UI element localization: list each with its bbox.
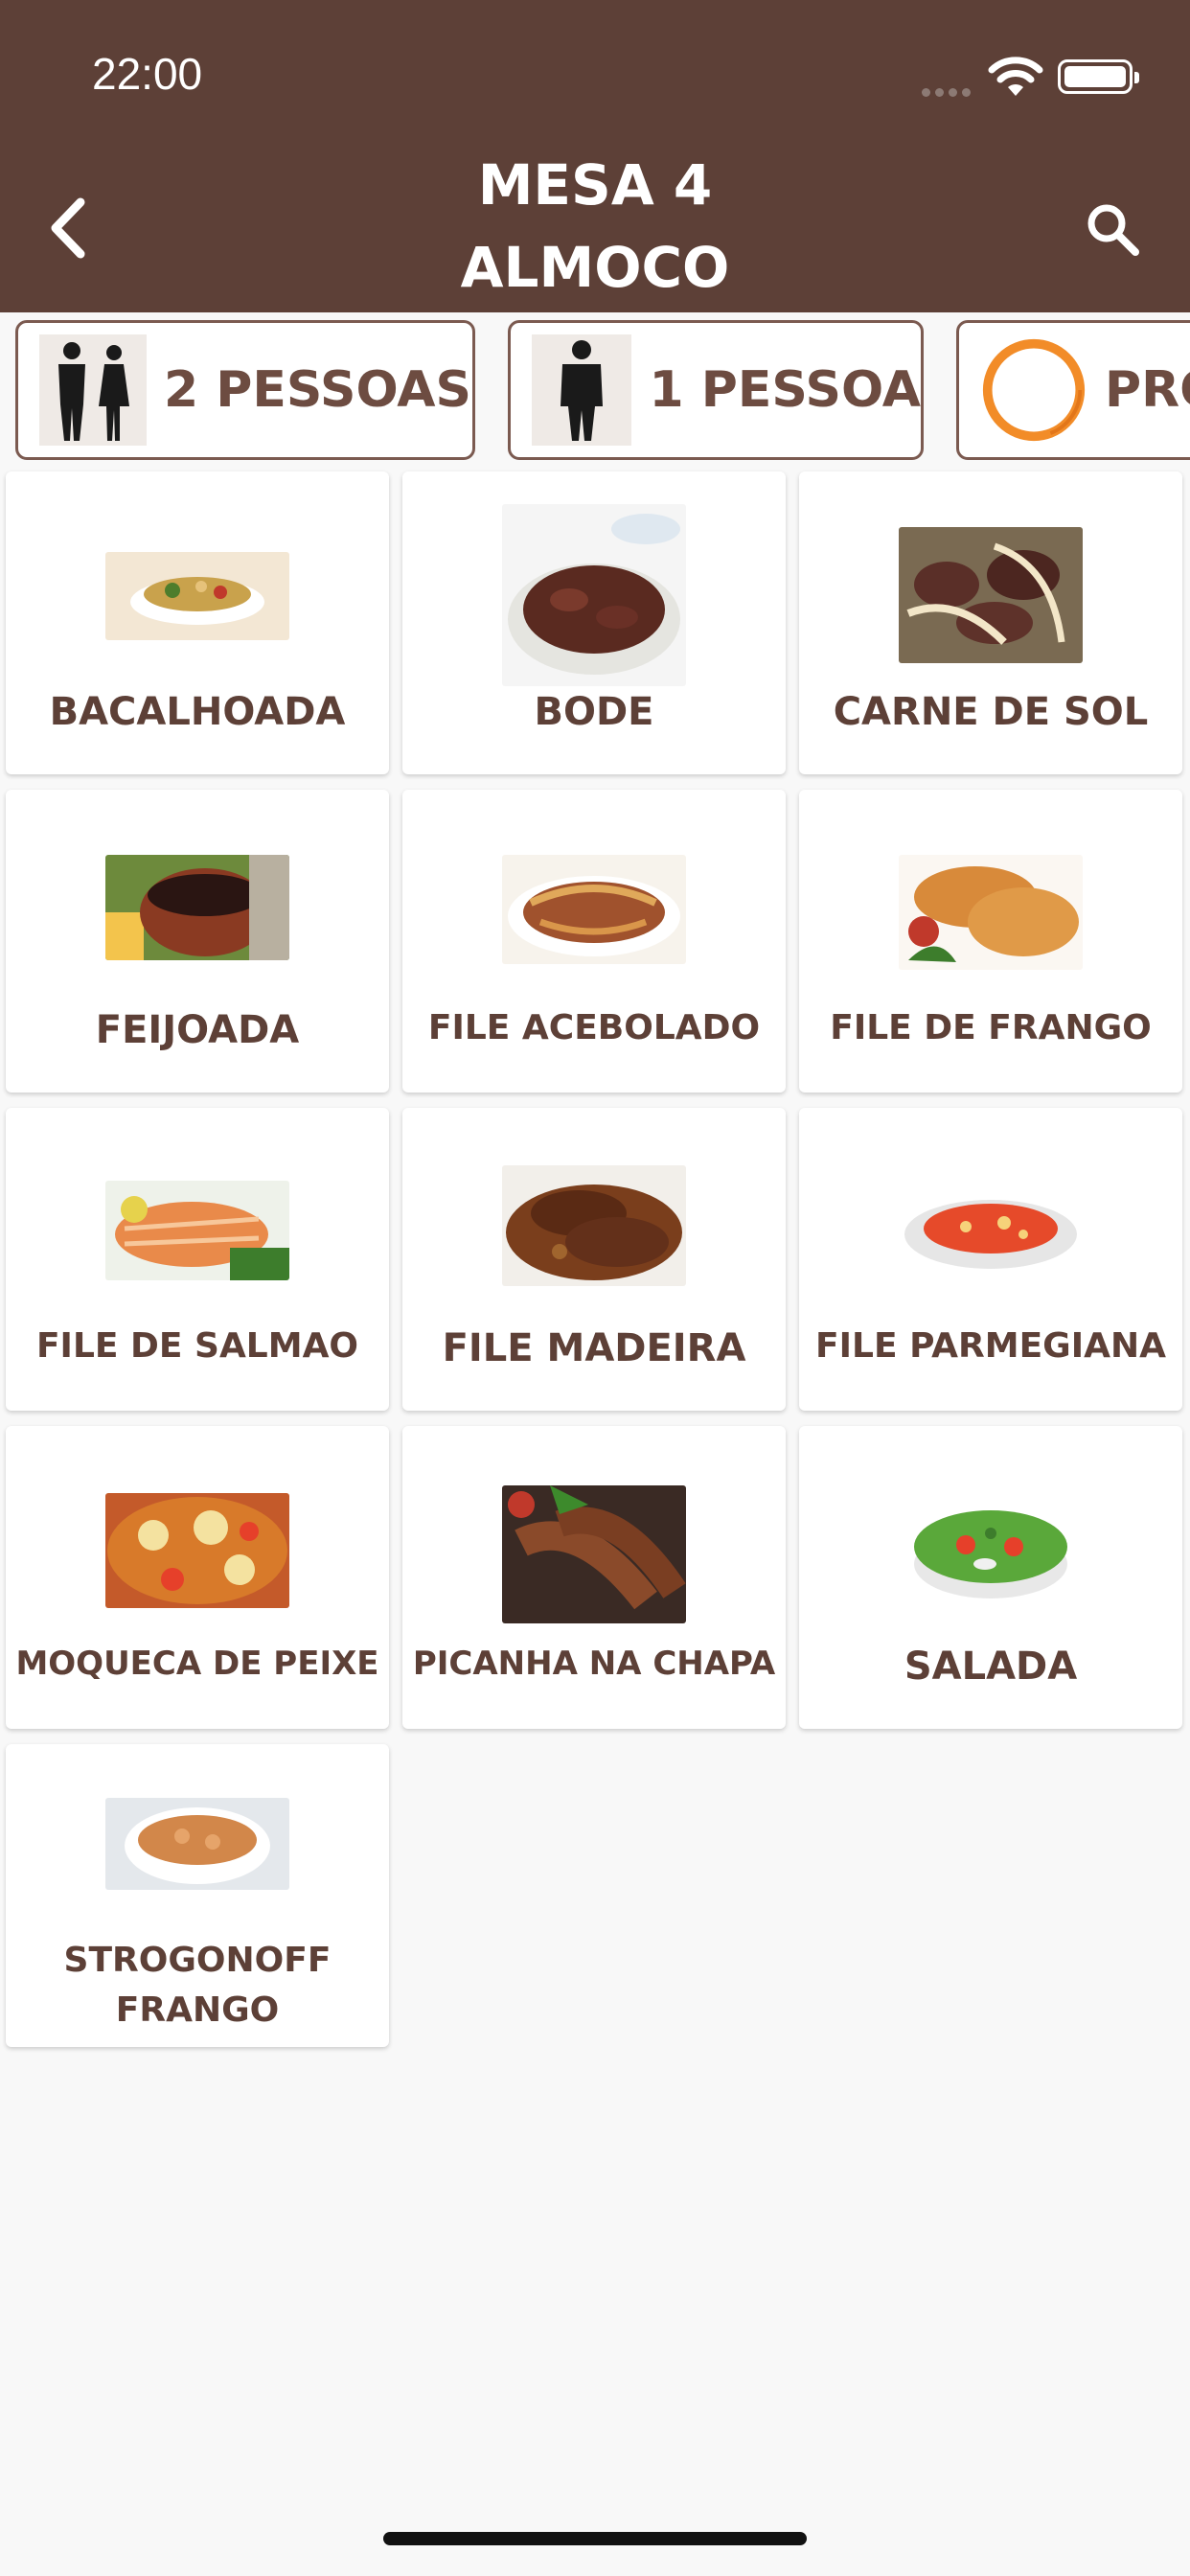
dish-name: FILE ACEBOLADO bbox=[427, 1008, 761, 1047]
dish-card-file-acebolado[interactable]: FILE ACEBOLADO bbox=[402, 790, 786, 1092]
dish-image bbox=[899, 1184, 1083, 1280]
dish-name: FILE MADEIRA bbox=[442, 1326, 746, 1370]
title-meal: ALMOCO bbox=[460, 235, 730, 300]
dish-card-file-madeira[interactable]: FILE MADEIRA bbox=[402, 1108, 786, 1411]
one-person-icon bbox=[532, 334, 632, 446]
two-people-icon bbox=[39, 334, 147, 446]
orange-ring-icon bbox=[980, 334, 1087, 446]
search-icon bbox=[1087, 204, 1139, 256]
dish-card-picanha-na-chapa[interactable]: PICANHA NA CHAPA bbox=[402, 1426, 786, 1729]
dish-name: FILE PARMEGIANA bbox=[815, 1326, 1166, 1366]
status-time: 22:00 bbox=[92, 49, 203, 99]
dish-name: FILE DE FRANGO bbox=[830, 1008, 1152, 1047]
dish-card-carne-de-sol[interactable]: CARNE DE SOL bbox=[799, 472, 1182, 774]
dish-image bbox=[105, 1181, 289, 1280]
chip-one-person[interactable]: 1 PESSOA bbox=[508, 320, 924, 460]
chip-label: PRO bbox=[1105, 361, 1190, 419]
home-indicator[interactable] bbox=[383, 2532, 807, 2545]
dish-card-bode[interactable]: BODE bbox=[402, 472, 786, 774]
dish-image bbox=[105, 855, 289, 960]
dish-name: STROGONOFF FRANGO bbox=[63, 1941, 332, 2030]
title-table: MESA 4 bbox=[477, 152, 713, 218]
dish-card-moqueca-de-peixe[interactable]: MOQUECA DE PEIXE bbox=[6, 1426, 389, 1729]
chip-two-people[interactable]: 2 PESSOAS bbox=[15, 320, 475, 460]
dish-image bbox=[899, 855, 1083, 970]
dish-image bbox=[502, 855, 686, 964]
chevron-left-icon bbox=[51, 197, 85, 259]
back-button[interactable] bbox=[38, 192, 96, 264]
battery-icon bbox=[1058, 59, 1139, 94]
app-header: 22:00 MESA 4 ALMOCO bbox=[0, 0, 1190, 312]
dish-card-strogonoff-frango[interactable]: STROGONOFF FRANGO bbox=[6, 1744, 389, 2047]
page-title: MESA 4 ALMOCO bbox=[287, 144, 903, 309]
dish-image bbox=[502, 504, 686, 686]
dish-name: BODE bbox=[534, 690, 654, 734]
dish-image bbox=[105, 552, 289, 640]
search-button[interactable] bbox=[1079, 196, 1146, 263]
dish-name: FEIJOADA bbox=[95, 1008, 300, 1052]
chip-promo[interactable]: PRO bbox=[956, 320, 1190, 460]
dish-name: PICANHA NA CHAPA bbox=[412, 1644, 776, 1683]
dish-image bbox=[502, 1485, 686, 1623]
dish-card-salada[interactable]: SALADA bbox=[799, 1426, 1182, 1729]
dish-name: FILE DE SALMAO bbox=[35, 1326, 359, 1366]
dish-card-feijoada[interactable]: FEIJOADA bbox=[6, 790, 389, 1092]
dish-name: BACALHOADA bbox=[49, 690, 346, 734]
dish-image bbox=[105, 1798, 289, 1890]
dish-image bbox=[899, 527, 1083, 663]
dish-image bbox=[105, 1493, 289, 1608]
chip-label: 2 PESSOAS bbox=[164, 361, 471, 419]
dish-card-file-de-frango[interactable]: FILE DE FRANGO bbox=[799, 790, 1182, 1092]
signal-icon bbox=[922, 82, 975, 97]
dish-name: MOQUECA DE PEIXE bbox=[15, 1644, 379, 1683]
dish-card-file-de-salmao[interactable]: FILE DE SALMAO bbox=[6, 1108, 389, 1411]
dish-name: SALADA bbox=[904, 1644, 1078, 1689]
dish-image bbox=[502, 1165, 686, 1286]
dish-card-file-parmegiana[interactable]: FILE PARMEGIANA bbox=[799, 1108, 1182, 1411]
chip-bar: 2 PESSOAS 1 PESSOA PRO bbox=[0, 312, 1190, 466]
dish-name: CARNE DE SOL bbox=[833, 690, 1149, 734]
chip-label: 1 PESSOA bbox=[649, 361, 921, 419]
wifi-icon bbox=[987, 56, 1044, 98]
dish-card-bacalhoada[interactable]: BACALHOADA bbox=[6, 472, 389, 774]
dish-image bbox=[899, 1487, 1083, 1610]
